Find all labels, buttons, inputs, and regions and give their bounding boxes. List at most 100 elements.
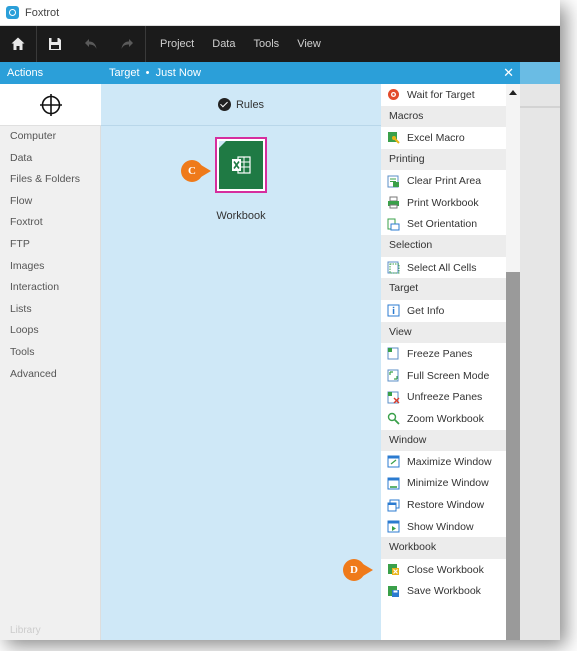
sidebar-item-ftp[interactable]: FTP	[0, 234, 100, 256]
panel-item-get-info[interactable]: Get Info	[381, 300, 506, 322]
panel-item-freeze-panes[interactable]: Freeze Panes	[381, 343, 506, 365]
background-header-strip	[520, 62, 560, 84]
select-all-icon	[387, 261, 400, 274]
panel-item-clear-print-area[interactable]: Clear Print Area	[381, 170, 506, 192]
panel-item-full-screen-mode[interactable]: Full Screen Mode	[381, 365, 506, 387]
panel-item-set-orientation[interactable]: Set Orientation	[381, 214, 506, 236]
panel-category-workbook: Workbook	[381, 537, 506, 560]
sidebar-item-data[interactable]: Data	[0, 148, 100, 170]
maximize-window-icon	[387, 455, 400, 468]
menu-view[interactable]: View	[288, 38, 330, 50]
home-button[interactable]	[0, 26, 36, 62]
panel-item-close-workbook[interactable]: Close Workbook	[381, 559, 506, 581]
sidebar-library[interactable]: Library	[10, 625, 41, 636]
panel-item-select-all-cells[interactable]: Select All Cells	[381, 257, 506, 279]
sidebar-item-computer[interactable]: Computer	[0, 126, 100, 148]
panel-category-selection: Selection	[381, 235, 506, 257]
panel-item-label: Wait for Target	[407, 88, 475, 101]
sidebar-item-lists[interactable]: Lists	[0, 299, 100, 321]
workbook-label: Workbook	[216, 210, 266, 222]
undo-button[interactable]	[73, 26, 109, 62]
scrollbar-thumb[interactable]	[506, 272, 520, 640]
freeze-panes-icon	[387, 347, 400, 360]
redo-button[interactable]	[109, 26, 145, 62]
unfreeze-panes-icon	[387, 391, 400, 404]
target-picker-button[interactable]	[0, 84, 101, 126]
menu-project[interactable]: Project	[146, 38, 203, 50]
panel-item-maximize-window[interactable]: Maximize Window	[381, 451, 506, 473]
app-title: Foxtrot	[25, 6, 60, 19]
restore-window-icon	[387, 499, 400, 512]
clear-print-area-icon	[387, 175, 400, 188]
panel-item-zoom-workbook[interactable]: Zoom Workbook	[381, 408, 506, 430]
panel-item[interactable]: Wait for Target	[381, 84, 506, 106]
sidebar-item-files-folders[interactable]: Files & Folders	[0, 169, 100, 191]
panel-item-print-workbook[interactable]: Print Workbook	[381, 192, 506, 214]
panel-item-label: Show Window	[407, 520, 474, 533]
app-window: Foxtrot Project Data Tools View Actions …	[0, 0, 560, 640]
panel-item-unfreeze-panes[interactable]: Unfreeze Panes	[381, 386, 506, 408]
foxtrot-logo-icon	[6, 6, 19, 19]
save-button[interactable]	[37, 26, 73, 62]
panel-category-printing: Printing	[381, 148, 506, 171]
rules-button[interactable]: Rules	[101, 84, 381, 126]
home-icon	[11, 37, 25, 50]
panel-item-label: Print Workbook	[407, 196, 479, 209]
callout-c: C	[181, 160, 211, 182]
sidebar-item-interaction[interactable]: Interaction	[0, 277, 100, 299]
print-icon	[387, 196, 400, 209]
save-icon	[49, 38, 61, 50]
sidebar-item-loops[interactable]: Loops	[0, 320, 100, 342]
menu-data[interactable]: Data	[203, 38, 244, 50]
save-workbook-icon	[387, 585, 400, 598]
workbook-target-tile[interactable]	[215, 137, 267, 193]
panel-item-label: Excel Macro	[407, 131, 465, 144]
undo-icon	[85, 39, 97, 49]
redo-icon	[121, 39, 133, 49]
panel-category-window: Window	[381, 429, 506, 452]
panel-item-minimize-window[interactable]: Minimize Window	[381, 473, 506, 495]
callout-d: D	[343, 559, 373, 581]
sidebar-item-foxtrot[interactable]: Foxtrot	[0, 212, 100, 234]
panel-item-save-workbook[interactable]: Save Workbook	[381, 581, 506, 603]
actions-header: Actions	[0, 62, 101, 84]
macro-icon	[387, 131, 400, 145]
close-icon[interactable]: ✕	[503, 62, 514, 84]
panel-item-label: Full Screen Mode	[407, 369, 490, 382]
panel-scrollbar[interactable]	[506, 84, 520, 640]
panel-item-label: Maximize Window	[407, 455, 492, 468]
sidebar-item-images[interactable]: Images	[0, 256, 100, 278]
panel-item-label: Zoom Workbook	[407, 412, 484, 425]
panel-item-excel-macro[interactable]: Excel Macro	[381, 127, 506, 149]
panel-item-label: Save Workbook	[407, 585, 481, 598]
target-header-label: Target • Just Now	[109, 67, 201, 79]
check-circle-icon	[217, 98, 231, 111]
sidebar-item-flow[interactable]: Flow	[0, 191, 100, 213]
minimize-window-icon	[387, 477, 400, 490]
panel-item-label: Close Workbook	[407, 563, 484, 576]
scroll-up-arrow-icon[interactable]	[509, 90, 517, 95]
excel-glyph-icon	[232, 156, 251, 174]
full-screen-icon	[387, 369, 400, 382]
panel-item-label: Unfreeze Panes	[407, 391, 483, 404]
info-icon	[387, 304, 400, 317]
menu-tools[interactable]: Tools	[245, 38, 289, 50]
panel-category-target: Target	[381, 278, 506, 300]
sidebar-category-list: Computer Data Files & Folders Flow Foxtrot FT…	[0, 126, 100, 385]
panel-category-macros: Macros	[381, 105, 506, 128]
close-workbook-icon	[387, 563, 400, 576]
panel-item-show-window[interactable]: Show Window	[381, 516, 506, 538]
sidebar-item-tools[interactable]: Tools	[0, 342, 100, 364]
panel-item-label: Minimize Window	[407, 477, 489, 490]
wait-target-icon	[387, 88, 400, 101]
rules-label: Rules	[235, 98, 265, 111]
actions-panel: Wait for Target Macros Excel Macro Printin…	[381, 84, 506, 640]
panel-item-restore-window[interactable]: Restore Window	[381, 494, 506, 516]
orientation-icon	[387, 218, 400, 231]
title-bar: Foxtrot	[0, 0, 560, 26]
sidebar-item-advanced[interactable]: Advanced	[0, 364, 100, 386]
background-divider	[520, 106, 560, 108]
target-canvas: Rules Workbook C	[101, 84, 381, 640]
panel-item-label: Freeze Panes	[407, 347, 473, 360]
panel-category-view: View	[381, 321, 506, 344]
